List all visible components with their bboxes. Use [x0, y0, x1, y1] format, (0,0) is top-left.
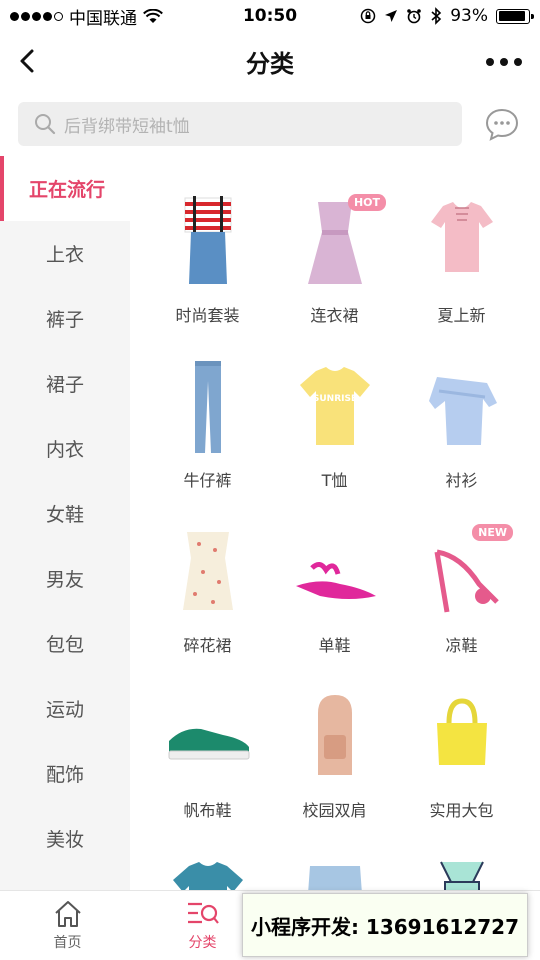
- pink-top-icon: [430, 202, 493, 272]
- grid-item-partial[interactable]: [271, 816, 398, 890]
- flat-shoe-icon: [295, 562, 376, 599]
- category-grid: 时尚套装 HOT 连衣裙 夏上新 牛仔裤 SUNRISE T恤 衬衫 碎花裙 单…: [144, 156, 534, 890]
- sidebar-item-label: 女鞋: [45, 504, 84, 526]
- jeans-icon: [194, 361, 221, 453]
- sidebar-item-label: 裤子: [45, 309, 84, 331]
- sidebar-item-label: 裙子: [45, 374, 84, 396]
- grid-item-summer-new[interactable]: 夏上新: [398, 156, 525, 325]
- handbag-icon: [436, 698, 487, 765]
- grid-item-canvas-shoes[interactable]: 帆布鞋: [144, 651, 271, 820]
- sidebar-item-label: 内衣: [45, 439, 84, 461]
- grid-item-partial[interactable]: [144, 816, 271, 890]
- teal-tshirt-icon: [172, 862, 243, 890]
- sidebar-item-trending[interactable]: 正在流行: [0, 156, 130, 221]
- grid-item-sandals[interactable]: NEW 凉鞋: [398, 486, 525, 655]
- grid-item-shirt[interactable]: 衬衫: [398, 321, 525, 490]
- outfit-icon: [184, 196, 231, 284]
- carrier-label: 中国联通: [69, 8, 137, 29]
- sidebar-item-boyfriend[interactable]: 男友: [0, 546, 130, 611]
- alarm-icon: [407, 9, 422, 24]
- promo-banner: 小程序开发: 13691612727: [242, 893, 528, 957]
- floral-dress-icon: [182, 532, 233, 610]
- grid-item-practical-bag[interactable]: 实用大包: [398, 651, 525, 820]
- more-icon[interactable]: [486, 58, 522, 66]
- signal-icon: [10, 11, 63, 21]
- category-icon: [187, 902, 219, 924]
- tab-home[interactable]: 首页: [0, 891, 135, 960]
- search-input[interactable]: 后背绑带短袖t恤: [18, 102, 462, 146]
- sidebar-item-label: 配饰: [45, 764, 84, 786]
- sidebar-item-tops[interactable]: 上衣: [0, 221, 130, 286]
- hot-badge: HOT: [347, 194, 386, 211]
- sidebar-item-womens-shoes[interactable]: 女鞋: [0, 481, 130, 546]
- sidebar-item-label: 正在流行: [28, 179, 105, 201]
- backpack-icon: [317, 695, 352, 775]
- battery-icon: [496, 8, 534, 24]
- nav-bar: 分类: [0, 32, 540, 90]
- sidebar-item-sports[interactable]: 运动: [0, 676, 130, 741]
- home-icon: [54, 900, 81, 927]
- battery-percent: 93%: [450, 6, 488, 26]
- search-placeholder: 后背绑带短袖t恤: [64, 116, 190, 137]
- sidebar-item-label: 男友: [45, 569, 84, 591]
- sidebar-item-pants[interactable]: 裤子: [0, 286, 130, 351]
- sidebar-item-makeup[interactable]: 美妆: [0, 806, 130, 871]
- category-sidebar: 正在流行 上衣 裤子 裙子 内衣 女鞋 男友 包包 运动 配饰 美妆: [0, 156, 130, 890]
- new-badge: NEW: [472, 524, 513, 541]
- status-bar: 中国联通 10:50 93%: [0, 0, 540, 32]
- tshirt-icon: SUNRISE: [299, 367, 370, 445]
- sneaker-icon: [168, 728, 249, 760]
- bluetooth-icon: [431, 7, 442, 25]
- grid-item-flat-shoes[interactable]: 单鞋: [271, 486, 398, 655]
- rotation-lock-icon: [360, 8, 376, 24]
- search-icon: [35, 114, 56, 135]
- mint-top-icon: [439, 861, 484, 890]
- wifi-icon: [143, 8, 163, 23]
- location-icon: [385, 10, 398, 22]
- sidebar-item-skirts[interactable]: 裙子: [0, 351, 130, 416]
- back-arrow-icon[interactable]: [14, 46, 44, 76]
- grid-item-school-backpack[interactable]: 校园双肩: [271, 651, 398, 820]
- grid-item-floral-dress[interactable]: 碎花裙: [144, 486, 271, 655]
- grid-item-partial[interactable]: [398, 816, 525, 890]
- svg-text:SUNRISE: SUNRISE: [312, 394, 356, 404]
- sidebar-item-accessories[interactable]: 配饰: [0, 741, 130, 806]
- tab-label: 分类: [188, 934, 217, 951]
- page-title: 分类: [246, 49, 294, 78]
- sidebar-item-label: 美妆: [45, 829, 84, 851]
- sidebar-item-bags[interactable]: 包包: [0, 611, 130, 676]
- sidebar-item-label: 包包: [45, 634, 84, 656]
- grid-item-dress[interactable]: HOT 连衣裙: [271, 156, 398, 325]
- grid-item-fashion-set[interactable]: 时尚套装: [144, 156, 271, 325]
- sidebar-item-label: 上衣: [45, 244, 84, 266]
- shirt-icon: [428, 377, 497, 445]
- tab-label: 首页: [53, 934, 82, 951]
- status-time: 10:50: [242, 6, 298, 26]
- sidebar-item-underwear[interactable]: 内衣: [0, 416, 130, 481]
- sidebar-item-label: 运动: [45, 699, 84, 721]
- grid-item-jeans[interactable]: 牛仔裤: [144, 321, 271, 490]
- denim-shorts-icon: [307, 866, 362, 890]
- grid-item-tshirt[interactable]: SUNRISE T恤: [271, 321, 398, 490]
- message-icon[interactable]: [484, 106, 520, 142]
